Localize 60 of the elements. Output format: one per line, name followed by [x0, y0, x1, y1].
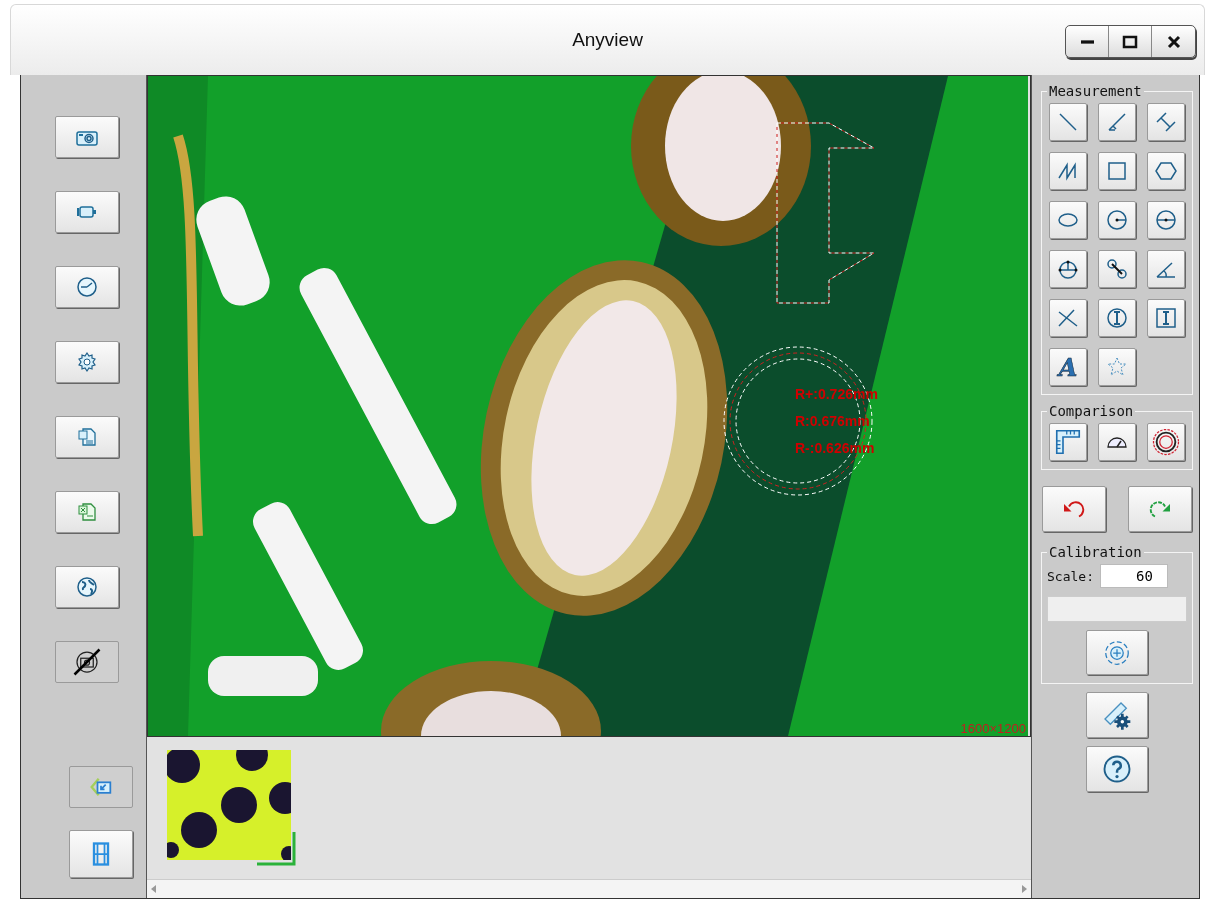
circle-ibeam-icon: [1105, 306, 1129, 330]
help-icon: [1102, 754, 1132, 784]
globe-icon: [74, 575, 99, 599]
camera-button[interactable]: [54, 116, 119, 158]
spreadsheet-button[interactable]: [54, 491, 119, 533]
measurement-label: R+:0.726mm: [795, 386, 878, 402]
box-ibeam-button[interactable]: [1147, 299, 1185, 337]
angle-arc-button[interactable]: [1147, 250, 1185, 288]
polyline-button[interactable]: [1049, 152, 1087, 190]
hexagon-button[interactable]: [1147, 152, 1185, 190]
hexagon-icon: [1154, 159, 1178, 183]
ruler-button[interactable]: [1049, 423, 1087, 461]
concentric-circles-icon: [1151, 427, 1181, 457]
shape-star-button[interactable]: [1098, 348, 1136, 386]
help-button[interactable]: [1086, 746, 1148, 792]
line-button[interactable]: [1049, 103, 1087, 141]
circle-radius-icon: [1105, 208, 1129, 232]
group-title: Measurement: [1048, 83, 1143, 99]
crossed-camera-icon: [71, 647, 102, 677]
rectangle-button[interactable]: [1098, 152, 1136, 190]
angle-button[interactable]: [1098, 103, 1136, 141]
distance-icon: [1154, 110, 1178, 134]
box-ibeam-icon: [1154, 306, 1178, 330]
rectangle-icon: [1105, 159, 1129, 183]
group-title: Comparison: [1048, 403, 1135, 419]
video-camera-button[interactable]: [54, 191, 119, 233]
resolution-label: 1600×1200: [960, 721, 1026, 736]
crossing-lines-button[interactable]: [1049, 299, 1087, 337]
circle-ibeam-button[interactable]: [1098, 299, 1136, 337]
group-title: Calibration: [1048, 544, 1143, 560]
three-point-circle-button[interactable]: [1049, 250, 1087, 288]
document-button[interactable]: [54, 416, 119, 458]
window-title: Anyview: [572, 29, 643, 51]
two-circles-icon: [1105, 257, 1129, 281]
scale-label: Scale:: [1047, 568, 1094, 584]
measurement-label: R-:0.626mm: [795, 440, 875, 456]
calibrate-button[interactable]: [1086, 630, 1148, 675]
globe-button[interactable]: [54, 566, 119, 608]
text-tool-button[interactable]: A: [1049, 348, 1087, 386]
distance-button[interactable]: [1147, 103, 1185, 141]
scale-field[interactable]: 60: [1099, 564, 1168, 588]
back-button[interactable]: [68, 766, 133, 808]
ruler-icon: [1053, 427, 1083, 457]
minimize-icon: [1080, 39, 1094, 44]
clock-icon: [74, 275, 99, 299]
circle-diameter-button[interactable]: [1147, 201, 1185, 239]
crossed-camera-button[interactable]: [54, 641, 119, 683]
horizontal-scrollbar[interactable]: [147, 879, 1031, 898]
concentric-circles-button[interactable]: [1147, 423, 1185, 461]
circle-radius-button[interactable]: [1098, 201, 1136, 239]
ellipse-button[interactable]: [1049, 201, 1087, 239]
redo-button[interactable]: [1128, 486, 1192, 532]
settings-button[interactable]: [54, 341, 119, 383]
gauge-button[interactable]: [1098, 423, 1136, 461]
undo-button[interactable]: [1042, 486, 1106, 532]
two-circles-button[interactable]: [1098, 250, 1136, 288]
circle-diameter-icon: [1154, 208, 1178, 232]
ruler-settings-button[interactable]: [1086, 692, 1148, 738]
film-strip-button[interactable]: [68, 830, 133, 878]
clock-button[interactable]: [54, 266, 119, 308]
